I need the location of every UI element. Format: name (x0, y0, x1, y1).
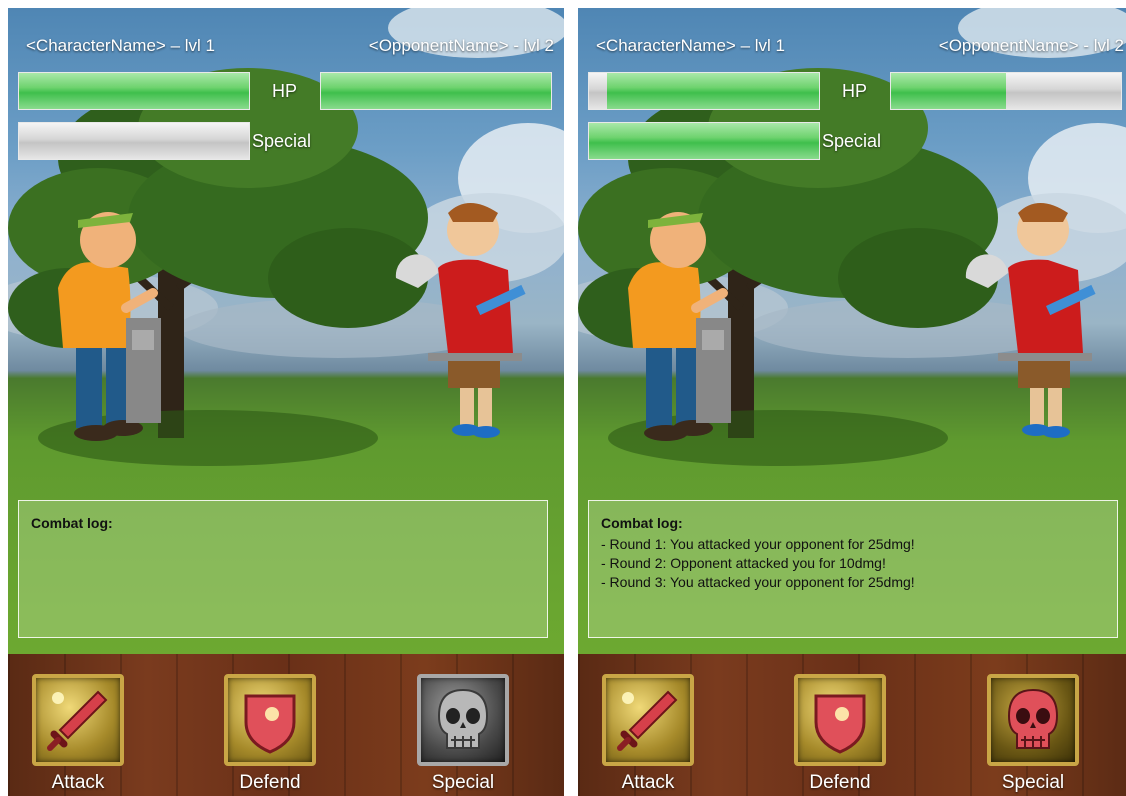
action-bar: Attack Defend Special (578, 654, 1126, 796)
player-hp-fill (607, 73, 819, 109)
special-button[interactable]: Special (978, 674, 1088, 794)
special-icon-frame (987, 674, 1079, 766)
opponent-hp-fill (321, 73, 551, 109)
special-button[interactable]: Special (408, 674, 518, 794)
shield-icon (244, 694, 296, 754)
attack-icon-frame (602, 674, 694, 766)
combat-log-entries: - Round 1: You attacked your opponent fo… (601, 535, 1105, 592)
defend-button[interactable]: Defend (785, 674, 895, 794)
special-action-label: Special (1001, 772, 1065, 793)
shield-icon (814, 694, 866, 754)
special-action-label: Special (431, 772, 495, 793)
opponent-name-level: <OpponentName> - lvl 2 (938, 36, 1124, 55)
opponent-hp-fill (891, 73, 1006, 109)
special-icon-frame (417, 674, 509, 766)
defend-icon-frame (224, 674, 316, 766)
attack-button[interactable]: Attack (23, 674, 133, 794)
combat-log-entry: - Round 1: You attacked your opponent fo… (601, 536, 915, 552)
combat-log-panel: Combat log: (18, 500, 548, 638)
combat-log-panel: Combat log: - Round 1: You attacked your… (588, 500, 1118, 638)
attack-label: Attack (51, 772, 105, 793)
hp-label: HP (272, 81, 298, 101)
sword-icon (617, 690, 678, 751)
defend-button[interactable]: Defend (215, 674, 325, 794)
opponent-hp-bar (890, 72, 1122, 110)
player-name-level: <CharacterName> – lvl 1 (596, 36, 785, 55)
combat-log-entry: - Round 3: You attacked your opponent fo… (601, 574, 915, 590)
sword-icon (47, 690, 108, 751)
special-meter-bar (18, 122, 250, 160)
player-name-level: <CharacterName> – lvl 1 (26, 36, 215, 55)
skull-icon (437, 688, 489, 749)
player-hp-bar (588, 72, 820, 110)
defend-icon-frame (794, 674, 886, 766)
defend-label: Defend (239, 772, 301, 793)
hp-label: HP (842, 81, 868, 101)
special-label: Special (822, 131, 882, 151)
combat-log-title: Combat log: (31, 515, 113, 531)
attack-label: Attack (621, 772, 675, 793)
attack-button[interactable]: Attack (593, 674, 703, 794)
attack-icon-frame (32, 674, 124, 766)
player-hp-bar (18, 72, 250, 110)
special-meter-bar (588, 122, 820, 160)
battle-screen-before: <CharacterName> – lvl 1 <OpponentName> -… (8, 8, 564, 796)
opponent-name-level: <OpponentName> - lvl 2 (368, 36, 554, 55)
special-label: Special (252, 131, 312, 151)
action-bar: Attack Defend Special (8, 654, 564, 796)
battle-screen-after: <CharacterName> – lvl 1 <OpponentName> -… (578, 8, 1126, 796)
special-meter-fill (589, 123, 819, 159)
skull-icon (1007, 688, 1059, 749)
player-hp-fill (19, 73, 249, 109)
combat-log-title: Combat log: (601, 515, 683, 531)
defend-label: Defend (809, 772, 871, 793)
combat-log-entry: - Round 2: Opponent attacked you for 10d… (601, 555, 886, 571)
opponent-hp-bar (320, 72, 552, 110)
